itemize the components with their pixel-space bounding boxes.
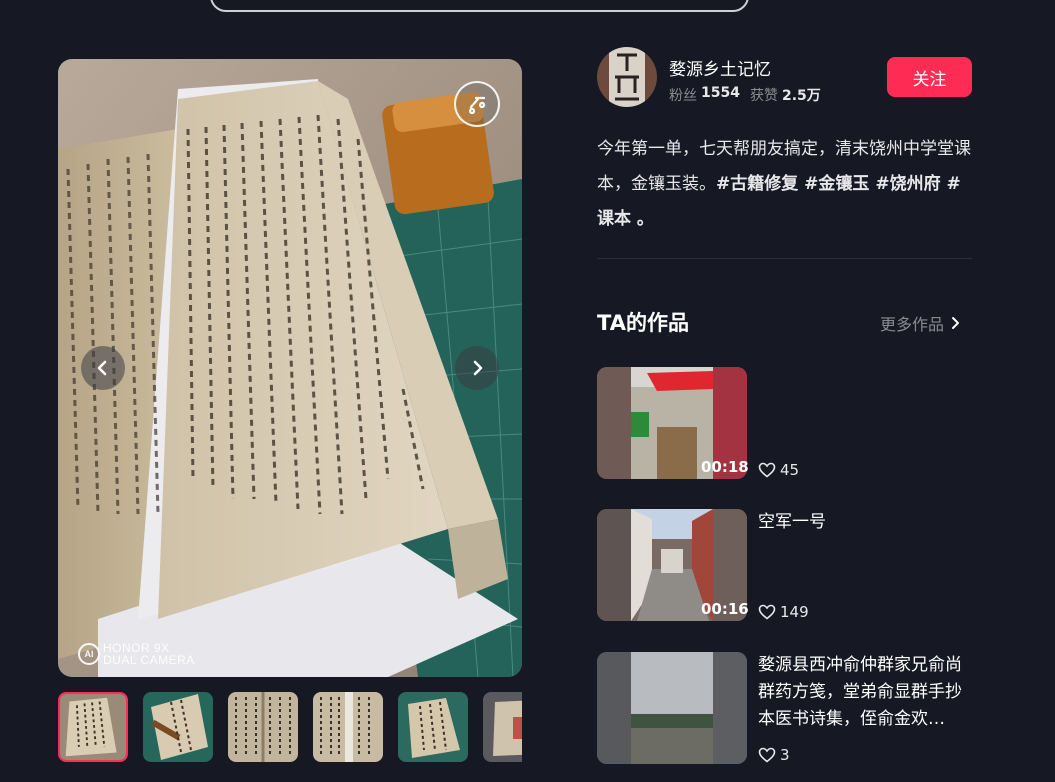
chevron-right-icon <box>473 360 483 376</box>
author-card: 婺源乡土记忆 粉丝 1554 获赞 2.5万 关注 <box>597 47 972 107</box>
next-image-button[interactable] <box>455 346 499 390</box>
divider <box>597 258 972 259</box>
music-note-icon[interactable] <box>454 81 500 127</box>
prev-image-button[interactable] <box>81 346 125 390</box>
heart-icon <box>758 462 776 478</box>
fans-count: 1554 <box>701 85 740 101</box>
avatar[interactable] <box>597 47 657 107</box>
likes-label: 获赞 <box>749 88 778 104</box>
video-detail-page: AI HONOR 9X DUAL CAMERA 婺源乡土记忆 粉丝 1554 获… <box>0 0 1055 782</box>
camera-logo: AI <box>78 643 100 665</box>
follow-button[interactable]: 关注 <box>887 57 972 97</box>
likes-count: 2.5万 <box>781 88 821 104</box>
watermark-line-2: DUAL CAMERA <box>103 653 195 667</box>
work-item[interactable]: 婺源县西冲俞仲群家兄俞尚群药方笺，堂弟俞显群手抄本医书诗集，侄俞金欢… 3 <box>597 652 977 764</box>
heart-icon <box>758 747 776 763</box>
work-likes: 149 <box>758 603 809 621</box>
work-title: 空军一号 <box>758 512 826 532</box>
work-cover <box>597 652 747 764</box>
thumbnail-strip <box>58 692 522 762</box>
work-item[interactable]: 00:16 空军一号 149 <box>597 509 977 621</box>
work-duration: 00:18 <box>701 458 749 476</box>
thumbnail-6[interactable] <box>483 692 522 762</box>
author-name[interactable]: 婺源乡土记忆 <box>669 55 771 80</box>
like-count: 3 <box>780 746 790 764</box>
post-description: 今年第一单，七天帮朋友搞定，清末饶州中学堂课本，金镶玉装。#古籍修复 #金镶玉 … <box>597 132 977 237</box>
more-works-link[interactable]: 更多作品 <box>880 311 960 335</box>
heart-icon <box>758 604 776 620</box>
work-likes: 45 <box>758 461 799 479</box>
thumbnail-4[interactable] <box>313 692 383 762</box>
works-heading: TA的作品 <box>597 311 689 335</box>
like-count: 45 <box>780 461 800 479</box>
thumbnail-2[interactable] <box>143 692 213 762</box>
thumbnail-1[interactable] <box>58 692 128 762</box>
work-duration: 00:16 <box>701 600 749 618</box>
chevron-right-small-icon <box>952 317 960 329</box>
camera-watermark: AI HONOR 9X DUAL CAMERA <box>78 642 195 666</box>
image-viewer: AI HONOR 9X DUAL CAMERA <box>58 59 522 677</box>
thumbnail-3[interactable] <box>228 692 298 762</box>
thumbnail-5[interactable] <box>398 692 468 762</box>
like-count: 149 <box>780 603 809 621</box>
work-title: 婺源县西冲俞仲群家兄俞尚群药方笺，堂弟俞显群手抄本医书诗集，侄俞金欢… <box>758 655 962 729</box>
work-item[interactable]: 00:18 45 <box>597 367 977 479</box>
search-bar[interactable] <box>210 0 749 12</box>
post-photo <box>58 59 522 677</box>
fans-label: 粉丝 <box>669 88 697 104</box>
author-stats: 粉丝 1554 获赞 2.5万 <box>669 85 827 105</box>
more-works-label: 更多作品 <box>880 315 945 334</box>
work-likes: 3 <box>758 746 790 764</box>
chevron-left-icon <box>97 360 107 376</box>
